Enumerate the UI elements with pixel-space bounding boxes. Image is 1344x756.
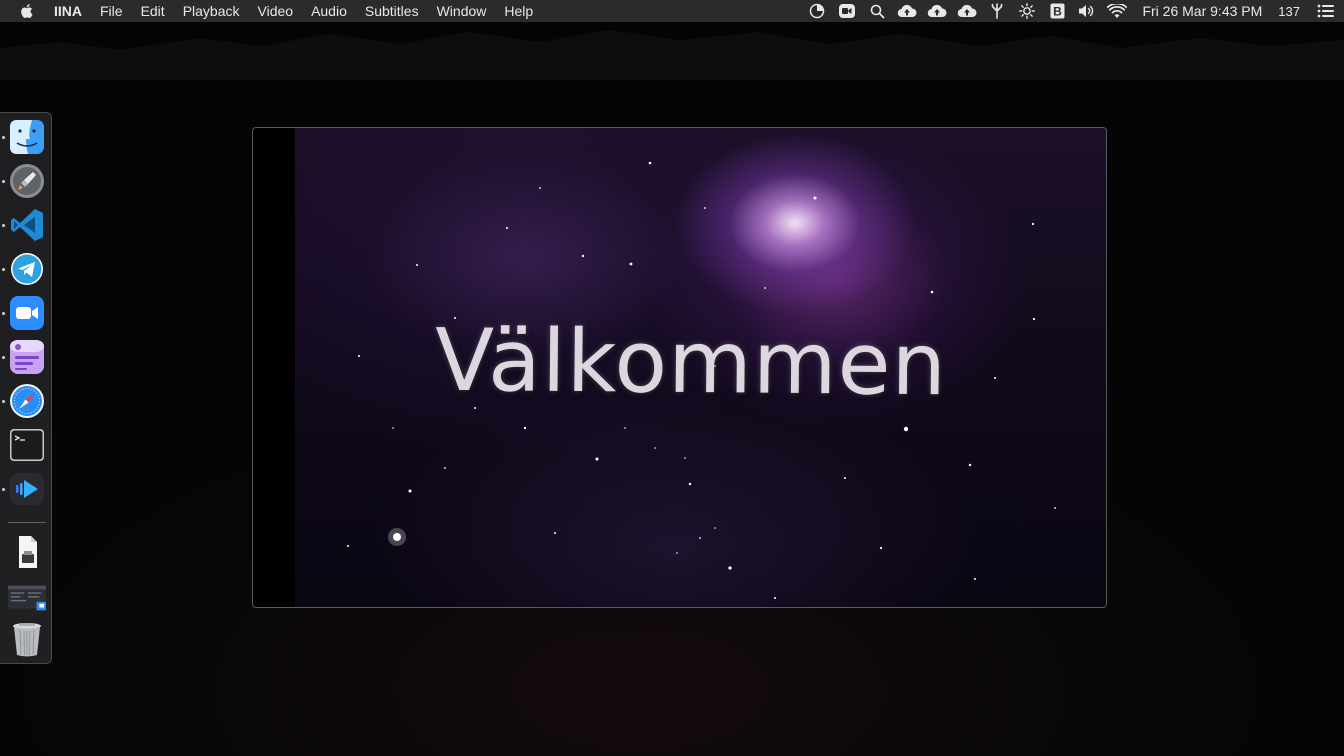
running-indicator <box>2 488 5 491</box>
dock-zoom-icon[interactable] <box>8 294 46 332</box>
menu-edit[interactable]: Edit <box>132 0 174 22</box>
running-indicator <box>2 356 5 359</box>
cloud-upload-icon[interactable] <box>922 0 952 22</box>
dock-vscode-icon[interactable] <box>8 206 46 244</box>
menu-bar: IINA File Edit Playback Video Audio Subt… <box>0 0 1344 22</box>
list-icon[interactable] <box>1308 0 1344 22</box>
dock-trash-icon[interactable] <box>8 620 46 658</box>
menu-playback[interactable]: Playback <box>174 0 249 22</box>
screen-time-icon[interactable] <box>802 0 832 22</box>
running-indicator <box>2 312 5 315</box>
dock-safari-icon[interactable] <box>8 382 46 420</box>
svg-text:B: B <box>1053 5 1062 19</box>
bluetooth-fork-icon[interactable] <box>982 0 1012 22</box>
video-player-window[interactable]: Välkommen <box>252 127 1107 608</box>
wifi-icon[interactable] <box>1102 0 1132 22</box>
b-badge-icon[interactable]: B <box>1042 0 1072 22</box>
cloud-upload-icon[interactable] <box>952 0 982 22</box>
app-menu[interactable]: IINA <box>50 0 91 22</box>
volume-icon[interactable] <box>1072 0 1102 22</box>
running-indicator <box>2 400 5 403</box>
dock-launchpad-icon[interactable] <box>8 162 46 200</box>
dock-telegram-icon[interactable] <box>8 250 46 288</box>
dock <box>0 112 52 664</box>
zoom-icon[interactable] <box>832 0 862 22</box>
menu-window[interactable]: Window <box>428 0 496 22</box>
running-indicator <box>2 180 5 183</box>
dock-iina-icon[interactable] <box>8 470 46 508</box>
running-indicator <box>2 268 5 271</box>
menu-subtitles[interactable]: Subtitles <box>356 0 428 22</box>
running-indicator <box>2 224 5 227</box>
dock-finder-icon[interactable] <box>8 118 46 156</box>
menu-help[interactable]: Help <box>495 0 542 22</box>
dock-separator <box>8 522 46 523</box>
brightness-icon[interactable] <box>1012 0 1042 22</box>
spotlight-search-icon[interactable] <box>862 0 892 22</box>
menubar-clock[interactable]: Fri 26 Mar 9:43 PM <box>1132 3 1272 19</box>
desktop-ridge <box>0 30 1344 80</box>
dock-terminal-icon[interactable] <box>8 426 46 464</box>
menu-file[interactable]: File <box>91 0 132 22</box>
menu-video[interactable]: Video <box>249 0 303 22</box>
dock-screenshot-stack-icon[interactable] <box>8 579 46 617</box>
menu-audio[interactable]: Audio <box>302 0 356 22</box>
apple-menu-icon[interactable] <box>20 0 36 22</box>
menubar-counter[interactable]: 137 <box>1272 4 1308 19</box>
dock-documents-stack-icon[interactable] <box>8 533 46 571</box>
running-indicator <box>2 136 5 139</box>
dock-notes-app-icon[interactable] <box>8 338 46 376</box>
cloud-upload-icon[interactable] <box>892 0 922 22</box>
video-frame[interactable]: Välkommen <box>295 128 1106 607</box>
video-title-text: Välkommen <box>434 310 948 416</box>
